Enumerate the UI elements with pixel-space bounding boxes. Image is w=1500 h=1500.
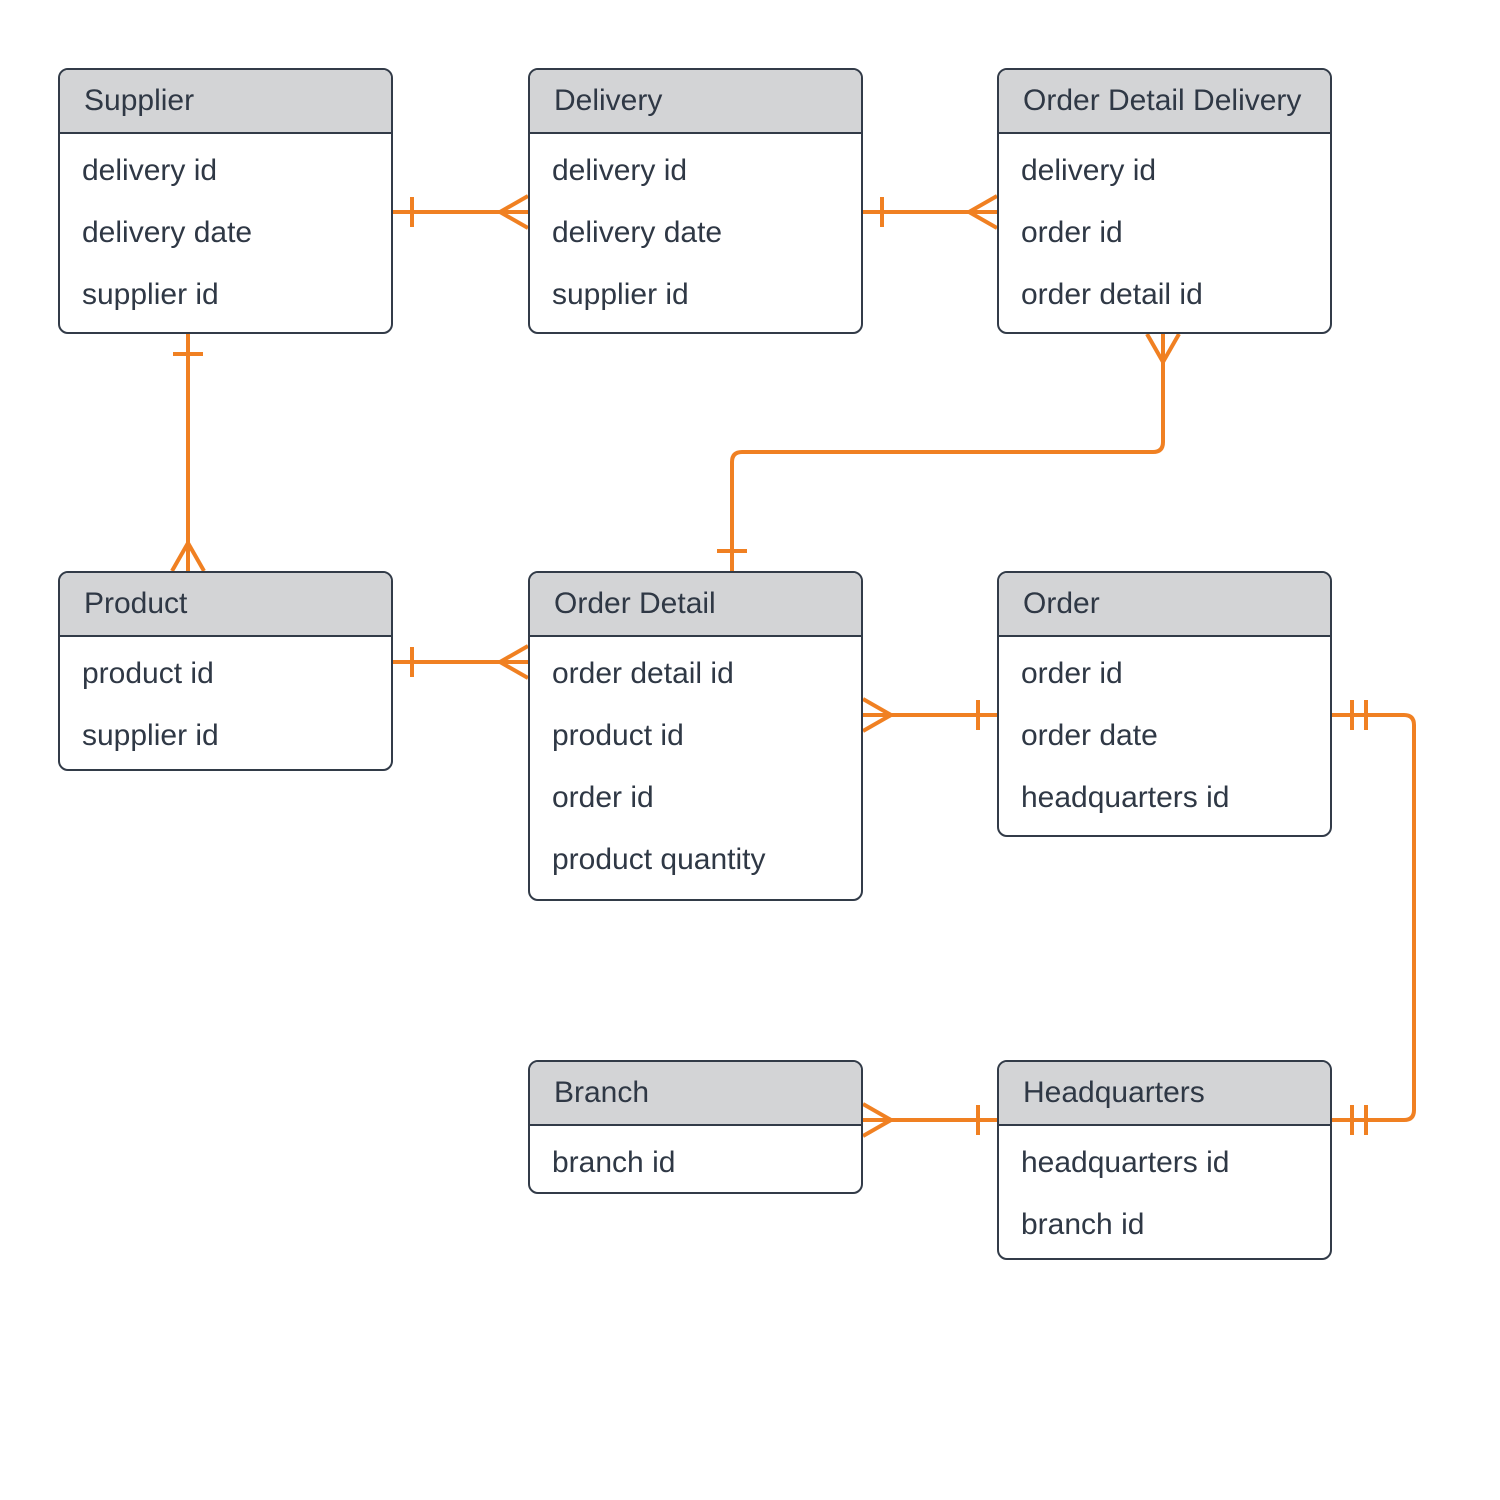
entity-attr: order detail id: [999, 264, 1330, 326]
entity-attrs: headquarters id branch id: [999, 1126, 1330, 1260]
entity-attr: order detail id: [530, 643, 861, 705]
entity-order-detail-delivery[interactable]: Order Detail Delivery delivery id order …: [997, 68, 1332, 334]
entity-attr: headquarters id: [999, 767, 1330, 829]
entity-attr: branch id: [530, 1132, 861, 1194]
entity-title: Product: [60, 573, 391, 637]
entity-attr: order id: [530, 767, 861, 829]
entity-title: Order Detail Delivery: [999, 70, 1330, 134]
entity-title: Order: [999, 573, 1330, 637]
entity-attr: product id: [60, 643, 391, 705]
entity-attrs: delivery id delivery date supplier id: [530, 134, 861, 332]
entity-attr: supplier id: [60, 264, 391, 326]
entity-title: Branch: [530, 1062, 861, 1126]
entity-attr: delivery date: [530, 202, 861, 264]
entity-title: Order Detail: [530, 573, 861, 637]
entity-attr: delivery id: [999, 140, 1330, 202]
entity-attrs: delivery id order id order detail id: [999, 134, 1330, 332]
entity-attrs: branch id: [530, 1126, 861, 1194]
entity-attr: product id: [530, 705, 861, 767]
entity-attr: product quantity: [530, 829, 861, 891]
entity-attr: headquarters id: [999, 1132, 1330, 1194]
entity-order[interactable]: Order order id order date headquarters i…: [997, 571, 1332, 837]
entity-branch[interactable]: Branch branch id: [528, 1060, 863, 1194]
entity-attr: supplier id: [530, 264, 861, 326]
entity-title: Delivery: [530, 70, 861, 134]
entity-attr: order id: [999, 202, 1330, 264]
entity-attr: supplier id: [60, 705, 391, 767]
entity-supplier[interactable]: Supplier delivery id delivery date suppl…: [58, 68, 393, 334]
entity-attrs: order detail id product id order id prod…: [530, 637, 861, 897]
entity-attr: delivery id: [60, 140, 391, 202]
entity-product[interactable]: Product product id supplier id: [58, 571, 393, 771]
entity-attrs: product id supplier id: [60, 637, 391, 771]
entity-title: Headquarters: [999, 1062, 1330, 1126]
entity-attr: delivery date: [60, 202, 391, 264]
entity-attr: branch id: [999, 1194, 1330, 1256]
entity-attrs: order id order date headquarters id: [999, 637, 1330, 835]
er-diagram-canvas: Supplier delivery id delivery date suppl…: [0, 0, 1500, 1500]
entity-attr: order id: [999, 643, 1330, 705]
entity-attr: order date: [999, 705, 1330, 767]
entity-attrs: delivery id delivery date supplier id: [60, 134, 391, 332]
entity-delivery[interactable]: Delivery delivery id delivery date suppl…: [528, 68, 863, 334]
entity-attr: delivery id: [530, 140, 861, 202]
entity-order-detail[interactable]: Order Detail order detail id product id …: [528, 571, 863, 901]
entity-headquarters[interactable]: Headquarters headquarters id branch id: [997, 1060, 1332, 1260]
entity-title: Supplier: [60, 70, 391, 134]
